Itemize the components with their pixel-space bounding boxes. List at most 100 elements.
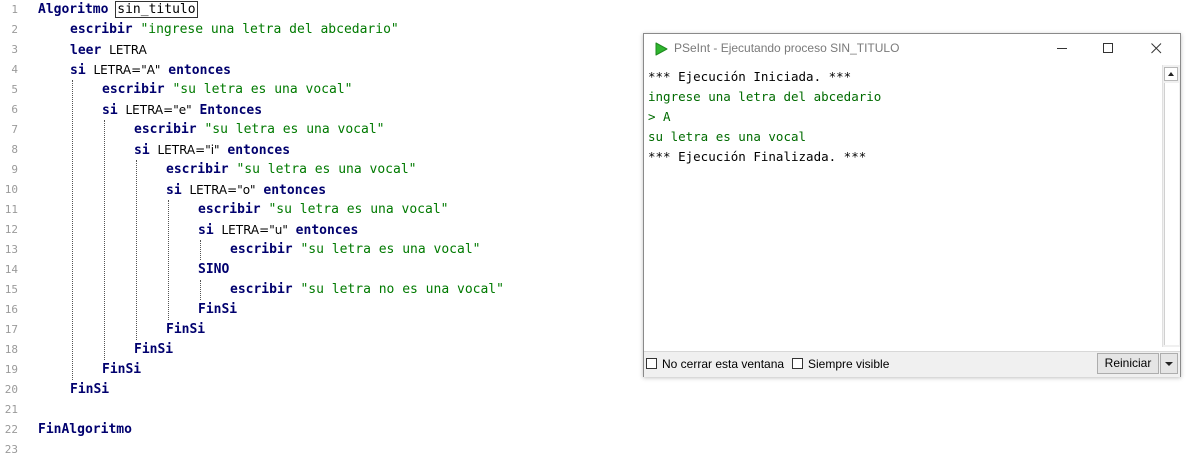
condition: LETRA="u" bbox=[221, 223, 288, 237]
line-number: 5 bbox=[11, 83, 18, 96]
keyword: escribir bbox=[134, 122, 197, 137]
code-line[interactable]: 14 SINO bbox=[0, 260, 640, 280]
string-literal: "su letra es una vocal" bbox=[300, 242, 481, 257]
no-cerrar-label[interactable]: No cerrar esta ventana bbox=[662, 352, 784, 377]
condition: LETRA="o" bbox=[189, 183, 256, 197]
restart-dropdown-button[interactable] bbox=[1160, 353, 1178, 374]
bottom-bar: No cerrar esta ventana Siempre visible R… bbox=[644, 351, 1180, 377]
code-line[interactable]: 3 leer LETRA bbox=[0, 40, 640, 60]
code-line[interactable]: 6 si LETRA="e" Entonces bbox=[0, 100, 640, 120]
keyword: FinAlgoritmo bbox=[38, 422, 132, 437]
keyword: SINO bbox=[198, 262, 230, 277]
code-line[interactable]: 15 escribir "su letra no es una vocal" bbox=[0, 280, 640, 300]
siempre-visible-label[interactable]: Siempre visible bbox=[808, 352, 889, 377]
line-number: 10 bbox=[4, 183, 18, 196]
scroll-up-button[interactable] bbox=[1164, 67, 1178, 81]
code-line[interactable]: 2 escribir "ingrese una letra del abceda… bbox=[0, 20, 640, 40]
output-line: ingrese una letra del abcedario bbox=[648, 89, 882, 104]
code-line[interactable]: 11 escribir "su letra es una vocal" bbox=[0, 200, 640, 220]
keyword: si bbox=[166, 183, 182, 198]
keyword: si bbox=[102, 103, 118, 118]
restart-button[interactable]: Reiniciar bbox=[1097, 353, 1159, 374]
line-number: 2 bbox=[11, 23, 18, 36]
dropdown-arrow-icon bbox=[1165, 362, 1173, 366]
keyword: escribir bbox=[70, 22, 133, 37]
siempre-visible-checkbox[interactable] bbox=[792, 358, 803, 369]
condition: LETRA="A" bbox=[93, 63, 161, 77]
pseint-play-icon bbox=[655, 42, 668, 56]
keyword: Entonces bbox=[199, 103, 263, 118]
no-cerrar-checkbox[interactable] bbox=[646, 358, 657, 369]
keyword: entonces bbox=[295, 223, 359, 238]
line-number: 7 bbox=[11, 123, 18, 136]
keyword: escribir bbox=[102, 82, 165, 97]
code-line[interactable]: 5 escribir "su letra es una vocal" bbox=[0, 80, 640, 100]
string-literal: "ingrese una letra del abcedario" bbox=[140, 22, 399, 37]
line-number: 3 bbox=[11, 43, 18, 56]
line-number: 20 bbox=[4, 383, 18, 396]
keyword: si bbox=[134, 143, 150, 158]
line-number: 6 bbox=[11, 103, 18, 116]
code-line[interactable]: 9 escribir "su letra es una vocal" bbox=[0, 160, 640, 180]
keyword: FinSi bbox=[166, 322, 206, 337]
console-window[interactable]: PSeInt - Ejecutando proceso SIN_TITULO *… bbox=[643, 33, 1181, 377]
keyword: FinSi bbox=[134, 342, 174, 357]
scroll-thumb[interactable] bbox=[1164, 83, 1179, 345]
code-line[interactable]: 23 bbox=[0, 440, 640, 460]
string-literal: "su letra es una vocal" bbox=[204, 122, 385, 137]
string-literal: "su letra no es una vocal" bbox=[300, 282, 504, 297]
output-line: *** Ejecución Iniciada. *** bbox=[648, 69, 852, 84]
code-line[interactable]: 4 si LETRA="A" entonces bbox=[0, 60, 640, 80]
output-line: su letra es una vocal bbox=[648, 129, 807, 144]
keyword: Algoritmo bbox=[38, 2, 109, 17]
close-button[interactable] bbox=[1134, 34, 1180, 63]
line-number: 8 bbox=[11, 143, 18, 156]
keyword: FinSi bbox=[102, 362, 142, 377]
code-line[interactable]: 12 si LETRA="u" entonces bbox=[0, 220, 640, 240]
line-number: 13 bbox=[4, 243, 18, 256]
line-number: 23 bbox=[4, 443, 18, 456]
code-line[interactable]: 18 FinSi bbox=[0, 340, 640, 360]
string-literal: "su letra es una vocal" bbox=[172, 82, 353, 97]
keyword: escribir bbox=[198, 202, 261, 217]
code-line[interactable]: 1 Algoritmo sin_titulo bbox=[0, 0, 640, 20]
code-line[interactable]: 22 FinAlgoritmo bbox=[0, 420, 640, 440]
code-line[interactable]: 20 FinSi bbox=[0, 380, 640, 400]
string-literal: "su letra es una vocal" bbox=[268, 202, 449, 217]
line-number: 15 bbox=[4, 283, 18, 296]
keyword: FinSi bbox=[70, 382, 110, 397]
title-bar[interactable]: PSeInt - Ejecutando proceso SIN_TITULO bbox=[644, 34, 1180, 63]
algorithm-name[interactable]: sin_titulo bbox=[115, 1, 198, 18]
condition: LETRA="i" bbox=[157, 143, 220, 157]
maximize-button[interactable] bbox=[1086, 34, 1132, 63]
maximize-icon bbox=[1103, 43, 1113, 53]
line-number: 4 bbox=[11, 63, 18, 76]
code-line[interactable]: 8 si LETRA="i" entonces bbox=[0, 140, 640, 160]
code-line[interactable]: 13 escribir "su letra es una vocal" bbox=[0, 240, 640, 260]
line-number: 16 bbox=[4, 303, 18, 316]
keyword: FinSi bbox=[198, 302, 238, 317]
line-number: 14 bbox=[4, 263, 18, 276]
keyword: entonces bbox=[227, 143, 291, 158]
code-line[interactable]: 19 FinSi bbox=[0, 360, 640, 380]
line-number: 17 bbox=[4, 323, 18, 336]
keyword: entonces bbox=[168, 63, 231, 78]
line-number: 19 bbox=[4, 363, 18, 376]
code-line[interactable]: 17 FinSi bbox=[0, 320, 640, 340]
output-line: *** Ejecución Finalizada. *** bbox=[648, 149, 867, 164]
vertical-scrollbar[interactable] bbox=[1162, 65, 1180, 347]
code-line[interactable]: 21 bbox=[0, 400, 640, 420]
scroll-up-arrow-icon bbox=[1168, 72, 1174, 76]
close-icon bbox=[1151, 43, 1162, 54]
code-line[interactable]: 10 si LETRA="o" entonces bbox=[0, 180, 640, 200]
keyword: escribir bbox=[230, 282, 293, 297]
code-line[interactable]: 7 escribir "su letra es una vocal" bbox=[0, 120, 640, 140]
minimize-button[interactable] bbox=[1040, 34, 1086, 63]
code-line[interactable]: 16 FinSi bbox=[0, 300, 640, 320]
console-output[interactable]: *** Ejecución Iniciada. *** ingrese una … bbox=[644, 65, 1162, 347]
line-number: 18 bbox=[4, 343, 18, 356]
keyword: leer bbox=[70, 43, 102, 58]
keyword: escribir bbox=[166, 162, 229, 177]
keyword: si bbox=[70, 63, 86, 78]
line-number: 22 bbox=[4, 423, 18, 436]
